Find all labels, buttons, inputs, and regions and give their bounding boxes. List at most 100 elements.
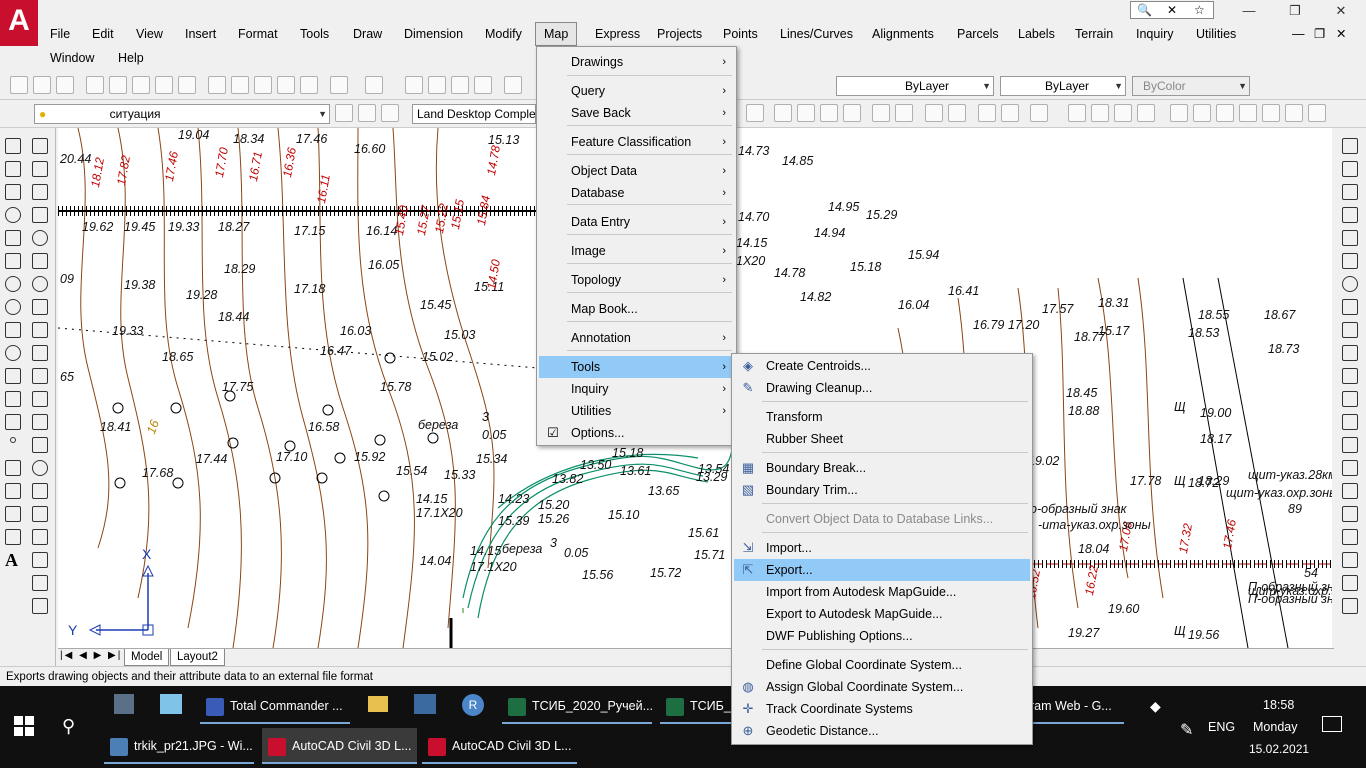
mirror-icon[interactable]: [32, 184, 48, 200]
plot-icon[interactable]: [86, 76, 104, 94]
tab-nav-buttons[interactable]: |◀ ◀ ▶ ▶|: [60, 650, 122, 661]
paste-icon[interactable]: [254, 76, 272, 94]
lineweight-combo[interactable]: ByLayer ▼: [1000, 76, 1126, 96]
menu-dimension[interactable]: Dimension: [396, 22, 471, 46]
ellipse-icon[interactable]: [5, 345, 21, 361]
search-icon[interactable]: ⚲: [62, 716, 82, 736]
doc-restore-button[interactable]: ❐: [1310, 22, 1329, 46]
brush-icon[interactable]: [1342, 138, 1358, 154]
tool-icon[interactable]: [1342, 207, 1358, 223]
plot-preview-icon[interactable]: [109, 76, 127, 94]
tools-menu-drawing-cleanup[interactable]: ✎ Drawing Cleanup...: [734, 377, 1030, 399]
properties-icon[interactable]: [504, 76, 522, 94]
favorite-star-icon[interactable]: ☆: [1186, 2, 1213, 18]
minimize-button[interactable]: —: [1226, 0, 1272, 22]
dimension-icon[interactable]: [32, 506, 48, 522]
edit-icon[interactable]: [32, 598, 48, 614]
network-icon[interactable]: [414, 694, 436, 714]
view-tool-icon[interactable]: [1068, 104, 1086, 122]
map-menu-save-back[interactable]: Save Back ›: [539, 102, 734, 124]
gear-icon[interactable]: [1030, 104, 1048, 122]
copy-object-icon[interactable]: [32, 161, 48, 177]
array-icon[interactable]: [32, 230, 48, 246]
layer-tool-icon[interactable]: [978, 104, 996, 122]
redo-icon[interactable]: [365, 76, 383, 94]
join-icon[interactable]: [32, 414, 48, 430]
map-menu-object-data[interactable]: Object Data ›: [539, 160, 734, 182]
doc-minimize-button[interactable]: —: [1288, 22, 1309, 46]
zoom-tool-icon[interactable]: [1216, 104, 1234, 122]
menu-file[interactable]: File: [42, 22, 78, 46]
clear-icon[interactable]: ✕: [1158, 2, 1185, 18]
taskbar-autocad-1[interactable]: AutoCAD Civil 3D L...: [262, 728, 417, 764]
tools-menu-boundary-break[interactable]: ▦ Boundary Break...: [734, 457, 1030, 479]
menu-format[interactable]: Format: [230, 22, 286, 46]
doc-close-button[interactable]: ✕: [1332, 22, 1350, 46]
map-menu-drawings[interactable]: Drawings ›: [539, 51, 734, 73]
taskbar-image-viewer[interactable]: trkik_pr21.JPG - Wi...: [104, 728, 254, 764]
extend-icon[interactable]: [32, 368, 48, 384]
map-menu-inquiry[interactable]: Inquiry ›: [539, 378, 734, 400]
tool-icon[interactable]: [1342, 414, 1358, 430]
tools-menu-create-centroids[interactable]: ◈ Create Centroids...: [734, 355, 1030, 377]
map-menu-map-book[interactable]: Map Book...: [539, 298, 734, 320]
insert-block-icon[interactable]: [5, 391, 21, 407]
tool-icon[interactable]: [1342, 460, 1358, 476]
tool-icon[interactable]: [1342, 529, 1358, 545]
zoom-previous-icon[interactable]: [474, 76, 492, 94]
next-tab-button[interactable]: ▶: [94, 650, 104, 661]
make-block-icon[interactable]: [5, 414, 21, 430]
tools-menu-boundary-trim[interactable]: ▧ Boundary Trim...: [734, 479, 1030, 501]
tool-icon[interactable]: [1342, 368, 1358, 384]
circle-icon[interactable]: [5, 276, 21, 292]
polyline-icon[interactable]: [5, 184, 21, 200]
first-tab-button[interactable]: |◀: [60, 650, 74, 661]
autocad-app-logo[interactable]: A: [0, 0, 38, 46]
zoom-window-icon[interactable]: [451, 76, 469, 94]
calculator-icon[interactable]: [114, 694, 134, 714]
menu-modify[interactable]: Modify: [477, 22, 530, 46]
tools-menu-assign-global-coordinate-system[interactable]: ◍ Assign Global Coordinate System...: [734, 676, 1030, 698]
menu-lines-curves[interactable]: Lines/Curves: [772, 22, 861, 46]
menu-projects[interactable]: Projects: [649, 22, 710, 46]
map-menu-image[interactable]: Image ›: [539, 240, 734, 262]
zoom-realtime-icon[interactable]: [428, 76, 446, 94]
line-icon[interactable]: [5, 138, 21, 154]
tool-icon[interactable]: [1342, 184, 1358, 200]
map-menu-data-entry[interactable]: Data Entry ›: [539, 211, 734, 233]
map-menu-topology[interactable]: Topology ›: [539, 269, 734, 291]
layer-tool-icon[interactable]: [1001, 104, 1019, 122]
layer-properties-icon[interactable]: [381, 104, 399, 122]
construction-line-icon[interactable]: [5, 161, 21, 177]
search-icon[interactable]: 🔍: [1131, 2, 1158, 18]
distance-icon[interactable]: [32, 552, 48, 568]
tool-icon[interactable]: [1342, 391, 1358, 407]
map-menu-feature-classification[interactable]: Feature Classification ›: [539, 131, 734, 153]
spline-icon[interactable]: [5, 322, 21, 338]
taskbar-browser[interactable]: ram Web - G...: [1024, 688, 1124, 724]
tool-icon[interactable]: [1342, 575, 1358, 591]
menu-alignments[interactable]: Alignments: [864, 22, 942, 46]
tool-icon[interactable]: [1342, 276, 1358, 292]
layer-tool-icon[interactable]: [872, 104, 890, 122]
view-tool-icon[interactable]: [1137, 104, 1155, 122]
explode-icon[interactable]: [32, 483, 48, 499]
erase-icon[interactable]: [32, 138, 48, 154]
tools-menu-import[interactable]: ⇲ Import...: [734, 537, 1030, 559]
hatch-icon[interactable]: [5, 460, 21, 476]
layer-combo[interactable]: ● ситуация ▼: [34, 104, 330, 124]
clock-day[interactable]: Monday: [1253, 720, 1297, 734]
revision-cloud-icon[interactable]: [5, 299, 21, 315]
tool-icon[interactable]: [1342, 483, 1358, 499]
offset-icon[interactable]: [32, 207, 48, 223]
menu-labels[interactable]: Labels: [1010, 22, 1063, 46]
menu-window[interactable]: Window: [42, 46, 102, 70]
gradient-icon[interactable]: [5, 483, 21, 499]
menu-inquiry[interactable]: Inquiry: [1128, 22, 1182, 46]
menu-map[interactable]: Map: [535, 22, 578, 46]
dropbox-icon[interactable]: ◆: [1150, 698, 1170, 714]
map-menu-database[interactable]: Database ›: [539, 182, 734, 204]
tool-icon[interactable]: [1342, 598, 1358, 614]
tools-menu-export-to-autodesk-mapguide[interactable]: Export to Autodesk MapGuide...: [734, 603, 1030, 625]
layer-tool-icon[interactable]: [820, 104, 838, 122]
